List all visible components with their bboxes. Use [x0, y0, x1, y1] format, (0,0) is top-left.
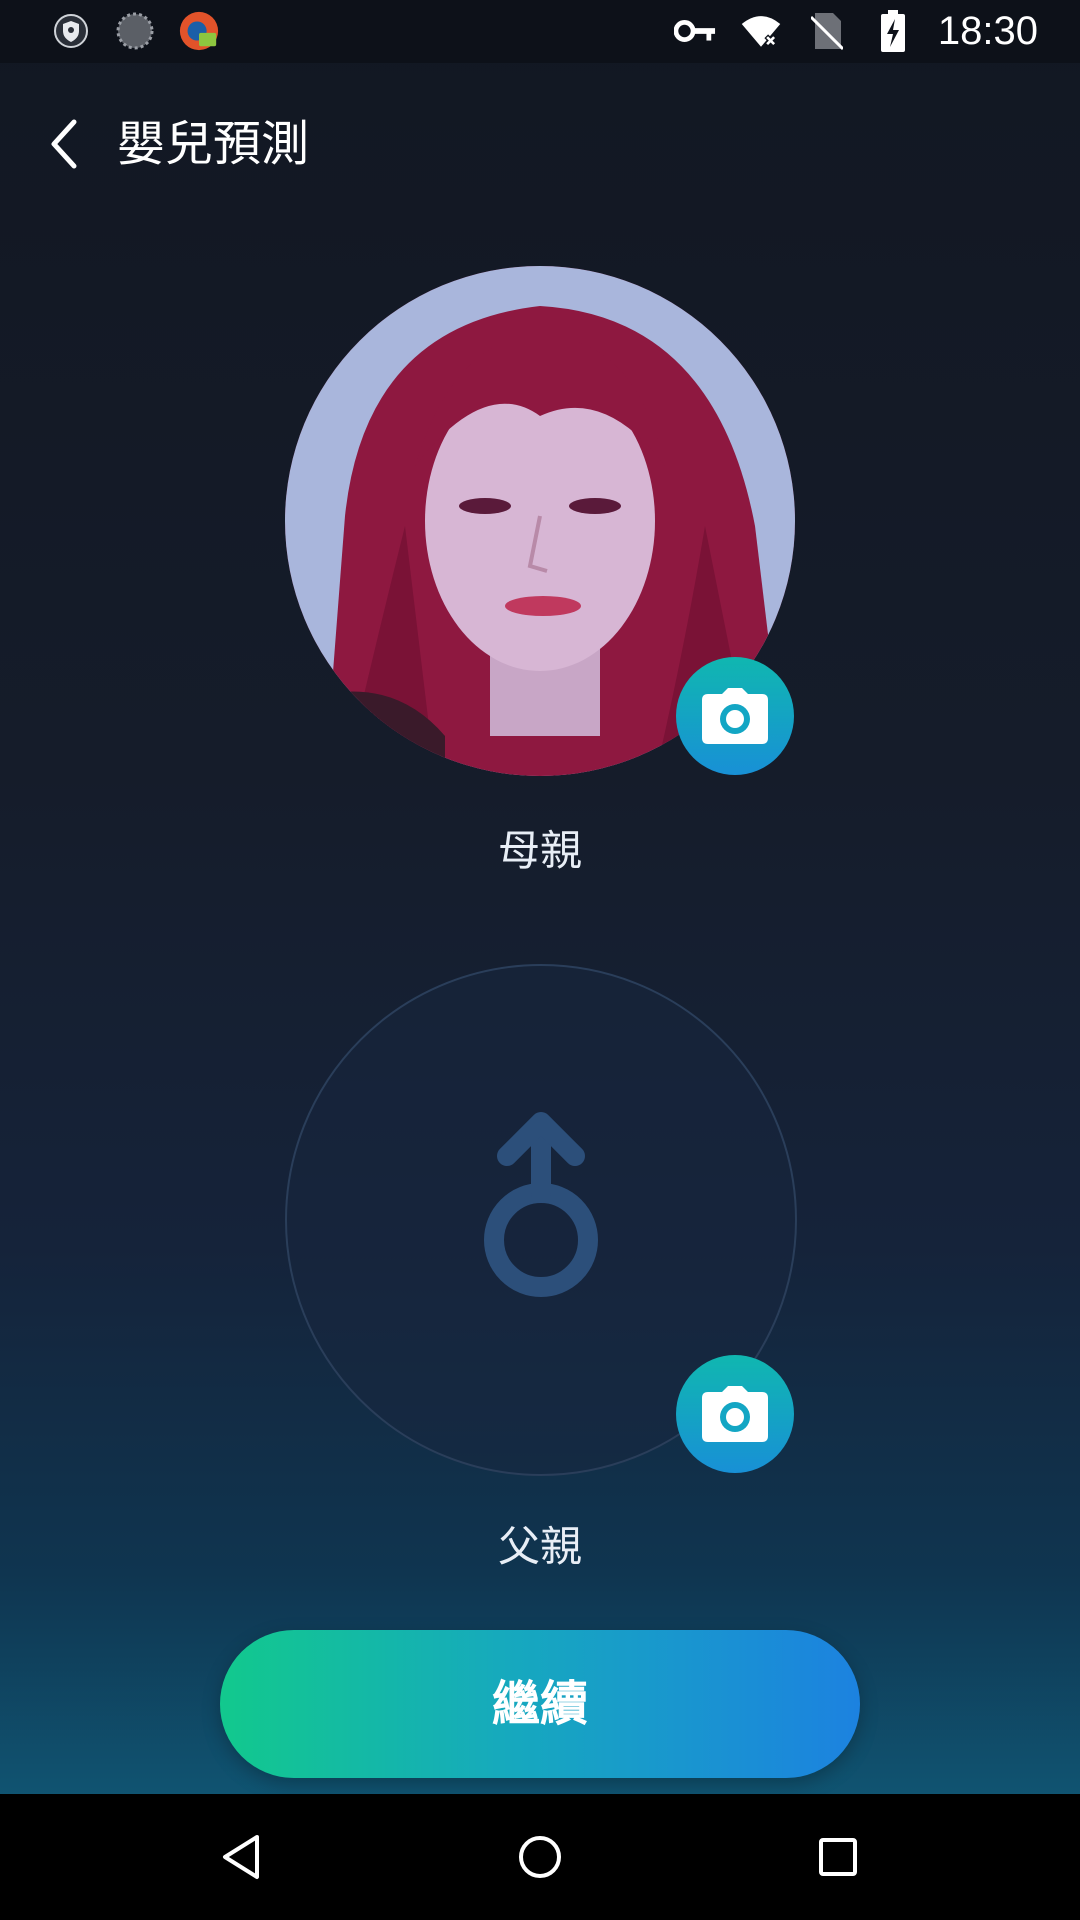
page-title: 嬰兒預測 — [117, 116, 310, 172]
continue-button[interactable]: 繼續 — [220, 1630, 860, 1778]
back-triangle-icon — [223, 1835, 259, 1879]
father-camera-button[interactable] — [676, 1355, 794, 1473]
mother-photo-slot[interactable] — [285, 266, 795, 776]
status-bar: 18:30 — [0, 0, 1080, 63]
nav-back-button[interactable] — [206, 1822, 276, 1892]
camera-icon — [702, 688, 768, 744]
father-photo-slot[interactable] — [285, 964, 797, 1476]
nav-home-button[interactable] — [505, 1822, 575, 1892]
vpn-shield-icon — [50, 10, 92, 52]
camera-icon — [702, 1386, 768, 1442]
navigation-bar — [0, 1794, 1080, 1920]
recents-square-icon — [819, 1838, 857, 1876]
mother-label: 母親 — [497, 826, 582, 875]
baby-prediction-screen: 18:30 嬰兒預測 母親 父親 繼續 — [0, 0, 1080, 1920]
loading-circle-icon — [114, 10, 156, 52]
header: 嬰兒預測 — [0, 96, 1080, 196]
battery-charging-icon — [872, 10, 914, 52]
no-sim-icon — [806, 10, 848, 52]
chevron-left-icon — [51, 119, 77, 169]
nav-recents-button[interactable] — [803, 1822, 873, 1892]
back-button[interactable] — [36, 116, 92, 172]
continue-button-label: 繼續 — [491, 1676, 588, 1732]
status-time: 18:30 — [937, 9, 1038, 53]
status-left-icons — [50, 10, 220, 52]
wifi-icon — [740, 10, 782, 52]
key-icon — [673, 10, 716, 52]
mother-camera-button[interactable] — [676, 657, 794, 775]
father-label: 父親 — [497, 1522, 582, 1571]
app-notification-icon — [178, 10, 220, 52]
home-circle-icon — [519, 1836, 561, 1878]
status-right-icons: 18:30 — [673, 6, 1038, 56]
